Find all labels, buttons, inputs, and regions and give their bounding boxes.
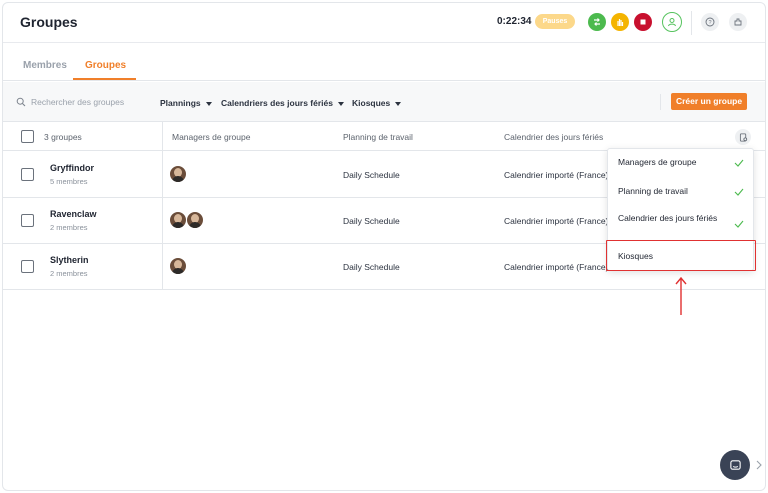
column-settings-icon — [739, 132, 747, 142]
chat-launcher-button[interactable] — [720, 450, 750, 480]
menu-item-managers[interactable]: Managers de groupe — [608, 157, 753, 171]
group-count-label: 3 groupes — [44, 132, 82, 142]
manager-avatars — [169, 211, 204, 229]
page-title: Groupes — [20, 14, 78, 30]
holiday-calendars-filter[interactable]: Calendriers des jours fériés — [221, 98, 344, 108]
time-tracker-timer: 0:22:34 — [497, 16, 532, 27]
chat-icon — [729, 459, 741, 470]
calendar-cell: Calendrier importé (France) — [504, 216, 609, 226]
menu-item-schedule[interactable]: Planning de travail — [608, 186, 753, 200]
tab-bar: Membres Groupes — [3, 43, 765, 81]
check-icon — [734, 188, 744, 196]
row-checkbox[interactable] — [21, 260, 34, 273]
swap-icon — [594, 18, 600, 26]
column-header-calendar: Calendrier des jours fériés — [504, 132, 604, 142]
filter-bar: Plannings Calendriers des jours fériés K… — [3, 82, 765, 122]
column-header-managers: Managers de groupe — [172, 132, 251, 142]
menu-item-calendar[interactable]: Calendrier des jours fériés — [608, 213, 753, 237]
stop-button[interactable] — [634, 13, 652, 31]
row-checkbox[interactable] — [21, 214, 34, 227]
column-settings-button[interactable] — [735, 129, 751, 145]
header-divider — [691, 11, 692, 35]
schedule-cell: Daily Schedule — [343, 170, 400, 180]
menu-item-label: Calendrier des jours fériés — [618, 213, 718, 223]
group-name[interactable]: Slytherin — [50, 255, 89, 265]
highlight-box — [606, 240, 756, 271]
pause-button[interactable]: Pauses — [535, 14, 575, 29]
active-tab-indicator — [73, 78, 136, 80]
filter-divider — [660, 94, 661, 110]
kiosks-filter-label: Kiosques — [352, 98, 391, 108]
avatar[interactable] — [169, 165, 187, 183]
tab-groups[interactable]: Groupes — [85, 60, 126, 71]
avatar[interactable] — [169, 257, 187, 275]
table-header: 3 groupes Managers de groupe Planning de… — [3, 122, 765, 151]
group-name[interactable]: Ravenclaw — [50, 209, 97, 219]
app-window: Groupes 0:22:34 Pauses ? Membres Groupes — [2, 2, 766, 491]
select-all-checkbox[interactable] — [21, 130, 34, 143]
create-group-button[interactable]: Créer un groupe — [671, 93, 747, 110]
column-header-schedule: Planning de travail — [343, 132, 413, 142]
check-icon — [734, 159, 744, 167]
svg-text:?: ? — [708, 20, 711, 26]
holiday-calendars-filter-label: Calendriers des jours fériés — [221, 98, 333, 108]
user-icon — [668, 18, 676, 27]
caret-down-icon — [395, 101, 402, 106]
caret-down-icon — [337, 101, 344, 106]
calendar-cell: Calendrier importé (France) — [504, 170, 609, 180]
manager-avatars — [169, 165, 187, 183]
caret-down-icon — [205, 101, 212, 106]
group-member-count: 5 membres — [50, 177, 88, 186]
switch-activity-button[interactable] — [588, 13, 606, 31]
manager-avatars — [169, 257, 187, 275]
stop-icon — [640, 19, 646, 25]
calendar-cell: Calendrier importé (France) — [504, 262, 609, 272]
group-member-count: 2 membres — [50, 269, 88, 278]
kiosks-filter[interactable]: Kiosques — [352, 98, 402, 108]
user-status-button[interactable] — [662, 12, 682, 32]
break-button[interactable] — [611, 13, 629, 31]
help-icon: ? — [705, 17, 715, 27]
check-icon — [734, 220, 744, 228]
search-input[interactable] — [31, 94, 131, 110]
puzzle-icon — [734, 18, 742, 26]
avatar[interactable] — [186, 211, 204, 229]
schedule-cell: Daily Schedule — [343, 262, 400, 272]
top-header: Groupes 0:22:34 Pauses ? — [3, 3, 765, 43]
integrations-button[interactable] — [729, 13, 747, 31]
group-member-count: 2 membres — [50, 223, 88, 232]
help-button[interactable]: ? — [701, 13, 719, 31]
menu-item-label: Planning de travail — [618, 186, 688, 196]
arrow-up-icon — [675, 276, 687, 315]
schedule-cell: Daily Schedule — [343, 216, 400, 226]
tab-members[interactable]: Membres — [23, 60, 67, 71]
plannings-filter[interactable]: Plannings — [160, 98, 212, 108]
chevron-right-icon[interactable] — [755, 460, 763, 470]
plannings-filter-label: Plannings — [160, 98, 201, 108]
hand-icon — [617, 19, 624, 26]
row-checkbox[interactable] — [21, 168, 34, 181]
group-name[interactable]: Gryffindor — [50, 163, 94, 173]
avatar[interactable] — [169, 211, 187, 229]
menu-item-label: Managers de groupe — [618, 157, 697, 167]
search-icon — [16, 97, 26, 107]
